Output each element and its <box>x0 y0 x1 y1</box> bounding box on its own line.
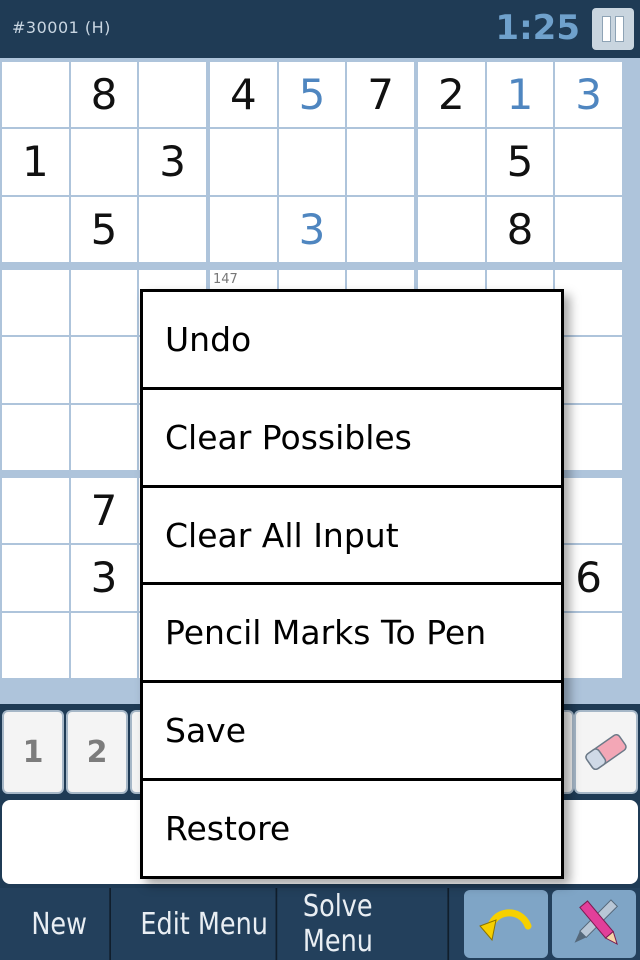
grid-cell[interactable]: 1 <box>486 62 554 128</box>
cell-digit: 1 <box>21 137 49 187</box>
grid-cell[interactable] <box>70 404 138 470</box>
grid-block: 81 35 <box>2 62 206 262</box>
undo-button[interactable] <box>464 890 548 958</box>
grid-cell[interactable] <box>2 404 69 470</box>
grid-block: 457 3 <box>210 62 414 262</box>
cell-digit: 7 <box>90 486 118 536</box>
cell-digit: 5 <box>298 70 326 120</box>
cell-digit: 6 <box>575 553 603 603</box>
menu-item-pencil-marks-to-pen[interactable]: Pencil Marks To Pen <box>143 585 561 681</box>
cell-digit: 3 <box>159 137 187 187</box>
grid-cell[interactable]: 6 <box>555 545 622 611</box>
grid-cell[interactable] <box>555 196 622 262</box>
grid-cell[interactable]: 7 <box>347 62 414 128</box>
grid-cell[interactable] <box>70 270 138 336</box>
grid-cell[interactable]: 7 <box>70 478 138 544</box>
menu-item-clear-all-input[interactable]: Clear All Input <box>143 487 561 583</box>
status-bar: #30001 (H) 1:25 <box>0 0 640 58</box>
menu-item-clear-possibles[interactable]: Clear Possibles <box>143 389 561 485</box>
new-button[interactable]: New <box>9 888 111 960</box>
cell-digit: 3 <box>90 553 118 603</box>
grid-cell[interactable] <box>2 478 69 544</box>
grid-cell[interactable]: 5 <box>278 62 346 128</box>
grid-cell[interactable] <box>2 545 69 611</box>
grid-cell[interactable] <box>555 337 622 403</box>
undo-arrow-icon <box>479 909 532 942</box>
grid-cell[interactable] <box>555 270 622 336</box>
pencil-marks: 147 <box>213 272 238 287</box>
grid-cell[interactable]: 8 <box>486 196 554 262</box>
menu-item-save[interactable]: Save <box>143 683 561 779</box>
eraser-button[interactable] <box>574 710 638 794</box>
menu-item-restore[interactable]: Restore <box>143 781 561 876</box>
grid-cell[interactable]: 3 <box>70 545 138 611</box>
grid-cell[interactable] <box>2 196 69 262</box>
grid-cell[interactable] <box>2 270 69 336</box>
grid-cell[interactable] <box>347 196 414 262</box>
grid-cell[interactable] <box>2 337 69 403</box>
number-key-1[interactable]: 1 <box>2 710 64 794</box>
timer: 1:25 <box>495 8 580 48</box>
puzzle-id: #30001 (H) <box>12 18 111 37</box>
grid-cell[interactable] <box>210 129 277 195</box>
cell-digit: 8 <box>90 70 118 120</box>
pencil-pen-icon <box>574 899 619 946</box>
pause-button[interactable] <box>592 8 634 50</box>
grid-cell[interactable] <box>70 129 138 195</box>
grid-block: 2135 8 <box>418 62 622 262</box>
edit-menu-popup: Undo Clear Possibles Clear All Input Pen… <box>140 289 564 879</box>
grid-cell[interactable] <box>210 196 277 262</box>
cell-digit: 7 <box>367 70 395 120</box>
grid-cell[interactable] <box>2 612 69 678</box>
cell-digit: 4 <box>229 70 257 120</box>
cell-digit: 2 <box>437 70 465 120</box>
cell-digit: 1 <box>506 70 534 120</box>
pause-icon-bar <box>615 16 624 42</box>
number-key-2[interactable]: 2 <box>66 710 128 794</box>
cell-digit: 5 <box>90 204 118 254</box>
bottom-toolbar: New Edit Menu Solve Menu <box>0 888 640 960</box>
grid-cell[interactable] <box>278 129 346 195</box>
grid-cell[interactable] <box>70 612 138 678</box>
solve-menu-button[interactable]: Solve Menu <box>303 888 450 960</box>
pause-icon <box>602 16 611 42</box>
grid-cell[interactable] <box>418 129 485 195</box>
grid-cell[interactable]: 4 <box>210 62 277 128</box>
grid-cell[interactable]: 1 <box>2 129 69 195</box>
cell-digit: 8 <box>506 204 534 254</box>
grid-cell[interactable]: 5 <box>70 196 138 262</box>
grid-cell[interactable] <box>347 129 414 195</box>
grid-cell[interactable]: 8 <box>70 62 138 128</box>
grid-cell[interactable]: 3 <box>278 196 346 262</box>
grid-cell[interactable] <box>139 62 206 128</box>
grid-cell[interactable]: 3 <box>139 129 206 195</box>
cell-digit: 3 <box>575 70 603 120</box>
grid-cell[interactable]: 5 <box>486 129 554 195</box>
grid-cell[interactable] <box>555 129 622 195</box>
grid-cell[interactable] <box>555 478 622 544</box>
grid-cell[interactable] <box>555 404 622 470</box>
grid-cell[interactable] <box>2 62 69 128</box>
cell-digit: 3 <box>298 204 326 254</box>
grid-cell[interactable] <box>555 612 622 678</box>
pencil-mode-button[interactable] <box>552 890 636 958</box>
cell-digit: 5 <box>506 137 534 187</box>
eraser-icon <box>585 733 627 771</box>
grid-cell[interactable] <box>70 337 138 403</box>
grid-cell[interactable] <box>418 196 485 262</box>
grid-cell[interactable]: 2 <box>418 62 485 128</box>
edit-menu-button[interactable]: Edit Menu <box>133 888 278 960</box>
grid-cell[interactable] <box>139 196 206 262</box>
menu-item-undo[interactable]: Undo <box>143 292 561 387</box>
grid-cell[interactable]: 3 <box>555 62 622 128</box>
